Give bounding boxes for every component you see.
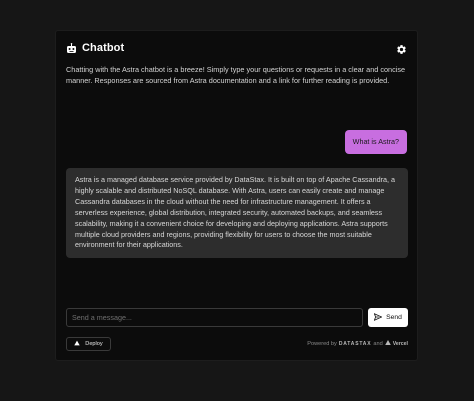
chatbot-title: Chatbot: [82, 42, 125, 54]
vercel-triangle-icon: [384, 340, 391, 347]
robot-icon: [66, 42, 77, 54]
vercel-logo[interactable]: Vercel: [393, 341, 408, 347]
deploy-button[interactable]: Deploy: [66, 337, 111, 351]
powered-by-label: Powered by: [307, 340, 337, 347]
user-message-bubble: What is Astra?: [344, 130, 407, 154]
powered-by: Powered by DATASTAX and Vercel: [307, 340, 408, 347]
intro-text: Chatting with the Astra chatbot is a bre…: [66, 65, 406, 86]
gear-icon[interactable]: [396, 42, 407, 54]
send-button-label: Send: [386, 314, 402, 321]
send-icon: [373, 312, 383, 323]
footer: Deploy Powered by DATASTAX and Vercel: [66, 337, 408, 351]
assistant-message-bubble: Astra is a managed database service prov…: [66, 168, 408, 258]
and-label: and: [373, 340, 383, 347]
triangle-up-icon: [74, 340, 80, 348]
message-input[interactable]: [66, 308, 363, 327]
send-button[interactable]: Send: [368, 308, 408, 327]
deploy-button-label: Deploy: [85, 341, 103, 347]
chatbot-header: Chatbot: [66, 41, 407, 55]
chatbot-panel: Chatbot Chatting with the Astra chatbot …: [55, 30, 418, 361]
datastax-logo[interactable]: DATASTAX: [339, 341, 372, 347]
message-composer: Send: [66, 308, 408, 327]
